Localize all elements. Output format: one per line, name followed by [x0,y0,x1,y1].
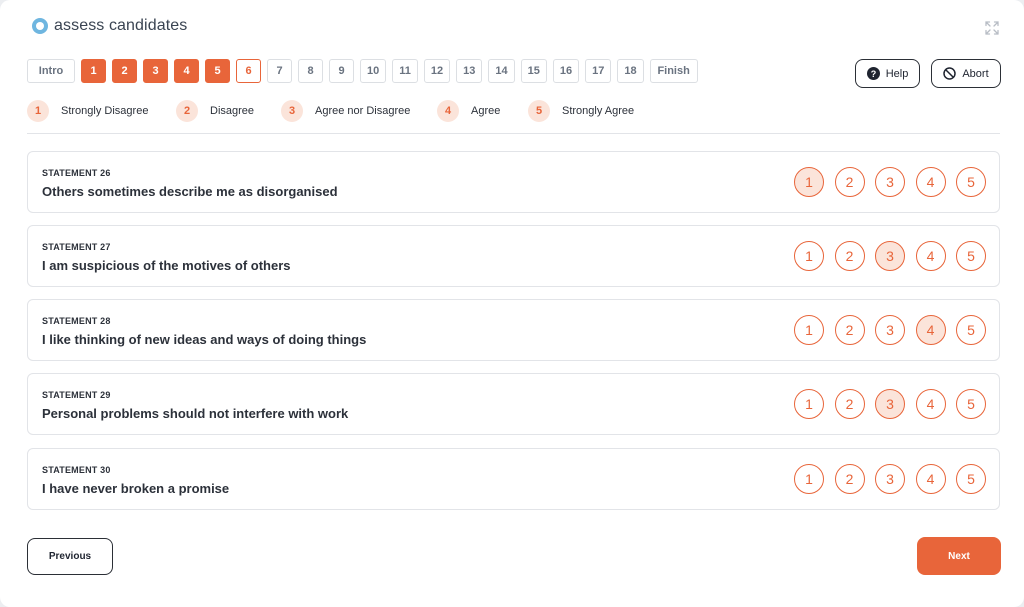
previous-button[interactable]: Previous [27,538,113,575]
step-14[interactable]: 14 [488,59,515,83]
legend-item: 5 Strongly Agree [528,100,634,122]
question-stepper: Intro 1 2 3 4 5 6 7 8 9 10 11 12 13 14 15 16 17 18 Finish [27,59,704,83]
rating-option-1[interactable]: 1 [794,241,824,271]
rating-option-3[interactable]: 3 [875,389,905,419]
step-11[interactable]: 11 [392,59,418,83]
legend-number: 5 [528,100,550,122]
rating-option-3[interactable]: 3 [875,464,905,494]
next-label: Next [948,550,970,562]
legend-label: Agree [471,105,501,117]
step-12[interactable]: 12 [423,59,451,83]
statement-card: STATEMENT 28 I like thinking of new ideas… [27,299,1000,361]
rating-option-2[interactable]: 2 [834,464,865,494]
rating-option-5[interactable]: 5 [956,315,986,345]
help-button[interactable]: ? Help [855,59,920,88]
abort-label: Abort [962,67,989,80]
rating-option-2[interactable]: 2 [834,167,865,197]
rating-option-4[interactable]: 4 [915,464,946,494]
no-entry-icon [943,67,957,80]
rating-option-1[interactable]: 1 [794,464,824,494]
step-4[interactable]: 4 [174,59,199,83]
abort-button[interactable]: Abort [931,59,1001,88]
step-16[interactable]: 16 [552,59,580,83]
legend-number: 3 [281,100,303,122]
step-1[interactable]: 1 [81,59,106,83]
statement-number: STATEMENT 29 [42,390,111,400]
statement-text: Others sometimes describe me as disorgan… [42,184,338,199]
legend-number: 2 [176,100,198,122]
legend-item: 4 Agree [437,100,500,122]
previous-label: Previous [48,551,92,562]
rating-option-5[interactable]: 5 [956,389,986,419]
step-6[interactable]: 6 [236,59,261,83]
statement-text: I have never broken a promise [42,481,230,496]
statement-number: STATEMENT 30 [42,465,111,475]
statement-number: STATEMENT 28 [42,316,111,326]
statement-number: STATEMENT 27 [42,242,111,252]
step-2[interactable]: 2 [112,59,137,83]
rating-options: 12345 [794,241,997,271]
rating-option-1[interactable]: 1 [794,389,824,419]
legend-label: Agree nor Disagree [315,105,411,117]
rating-options: 12345 [794,167,997,197]
step-13[interactable]: 13 [456,59,483,83]
statement-text: Personal problems should not interfere w… [42,406,349,421]
statement-card: STATEMENT 26 Others sometimes describe me… [27,151,1000,213]
rating-option-2[interactable]: 2 [834,241,865,271]
statement-card: STATEMENT 27 I am suspicious of the motiv… [27,225,1000,287]
legend-label: Strongly Disagree [61,105,149,117]
step-5[interactable]: 5 [205,59,230,83]
rating-options: 12345 [794,315,997,345]
question-icon: ? [866,67,880,80]
legend-item: 2 Disagree [176,100,254,122]
step-3[interactable]: 3 [143,59,168,83]
step-17[interactable]: 17 [585,59,612,83]
step-9[interactable]: 9 [329,59,354,83]
legend-item: 3 Agree nor Disagree [281,100,410,122]
step-finish[interactable]: Finish [649,59,698,83]
step-18[interactable]: 18 [617,59,644,83]
rating-option-4[interactable]: 4 [915,315,946,345]
rating-options: 12345 [794,464,997,494]
rating-option-3[interactable]: 3 [875,315,905,345]
rating-option-4[interactable]: 4 [915,167,946,197]
statement-text: I am suspicious of the motives of others [42,258,291,273]
rating-option-5[interactable]: 5 [956,167,986,197]
app-logo: assess candidates [32,17,187,35]
rating-option-3[interactable]: 3 [875,241,905,271]
rating-option-5[interactable]: 5 [956,464,986,494]
rating-option-4[interactable]: 4 [915,389,946,419]
rating-option-5[interactable]: 5 [956,241,986,271]
expand-icon[interactable] [985,21,999,35]
app-name: assess candidates [54,17,188,34]
legend-item: 1 Strongly Disagree [27,100,148,122]
step-8[interactable]: 8 [298,59,323,83]
svg-text:?: ? [870,69,876,79]
step-15[interactable]: 15 [520,59,547,83]
step-10[interactable]: 10 [360,59,387,83]
legend-label: Strongly Agree [562,105,635,117]
legend-number: 1 [27,100,49,122]
rating-option-2[interactable]: 2 [834,389,865,419]
logo-ring-icon [32,18,48,34]
statement-text: I like thinking of new ideas and ways of… [42,332,367,347]
assessment-window: assess candidates Intro 1 2 3 4 5 6 7 8 9 10 11 12 13… [0,0,1024,607]
help-label: Help [885,67,909,80]
statement-number: STATEMENT 26 [42,168,111,178]
statement-card: STATEMENT 29 Personal problems should not… [27,373,1000,435]
step-intro[interactable]: Intro [27,59,75,83]
legend-label: Disagree [210,105,255,117]
statement-card: STATEMENT 30 I have never broken a promis… [27,448,1000,510]
legend-number: 4 [437,100,459,122]
next-button[interactable]: Next [917,537,1001,575]
step-7[interactable]: 7 [267,59,292,83]
rating-option-4[interactable]: 4 [915,241,946,271]
rating-option-1[interactable]: 1 [794,167,824,197]
divider [27,133,1000,134]
rating-option-3[interactable]: 3 [875,167,905,197]
rating-options: 12345 [794,389,997,419]
rating-legend: 1 Strongly Disagree 2 Disagree 3 Agree n… [27,100,1000,122]
rating-option-1[interactable]: 1 [794,315,824,345]
rating-option-2[interactable]: 2 [834,315,865,345]
